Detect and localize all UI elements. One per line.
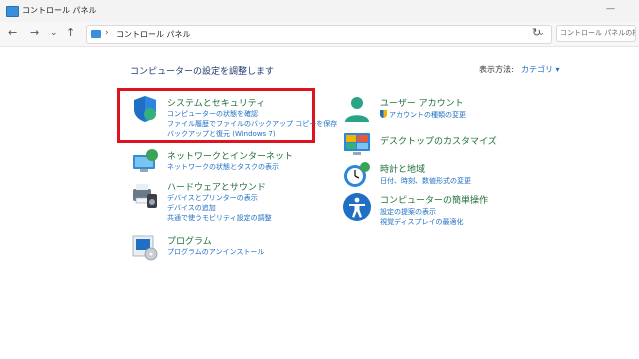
link-uninstall-program[interactable]: プログラムのアンインストール xyxy=(167,247,264,257)
network-globe-icon xyxy=(133,149,158,172)
shield-icon xyxy=(134,96,156,122)
uac-shield-icon xyxy=(380,110,387,118)
search-input[interactable]: コントロール パネルの検索 xyxy=(556,25,636,42)
breadcrumb[interactable]: コントロール パネル xyxy=(116,29,191,40)
chevron-down-icon[interactable]: ⌄ xyxy=(50,26,58,40)
minimize-icon[interactable]: — xyxy=(606,4,615,14)
category-network-internet[interactable]: ネットワークとインターネット xyxy=(167,149,293,162)
link-suggested-settings[interactable]: 設定の提案の表示 xyxy=(380,207,436,217)
category-clock-region[interactable]: 時計と地域 xyxy=(380,162,425,175)
view-by-dropdown[interactable]: カテゴリ ▾ xyxy=(521,64,560,75)
category-ease-of-access[interactable]: コンピューターの簡単操作 xyxy=(380,193,488,206)
link-backup-restore[interactable]: バックアップと復元 (Windows 7) xyxy=(167,129,276,139)
program-disk-icon xyxy=(132,235,158,261)
link-check-status[interactable]: コンピューターの状態を確認 xyxy=(167,109,258,119)
link-date-time-format[interactable]: 日付、時刻、数値形式の変更 xyxy=(380,176,471,186)
up-arrow-icon[interactable]: ↑ xyxy=(66,26,75,40)
printer-speaker-icon xyxy=(133,184,157,208)
control-panel-icon xyxy=(6,6,19,17)
back-arrow-icon[interactable]: ← xyxy=(8,26,17,40)
link-mobility-settings[interactable]: 共通で使うモビリティ設定の調整 xyxy=(167,213,272,223)
link-add-device[interactable]: デバイスの追加 xyxy=(167,203,216,213)
link-change-account-type-label: アカウントの種類の変更 xyxy=(389,111,466,119)
page-title: コンピューターの設定を調整します xyxy=(130,67,275,77)
address-bar[interactable]: › コントロール パネル ⌄ xyxy=(86,25,552,44)
clock-globe-icon xyxy=(344,162,370,187)
user-account-icon xyxy=(345,97,369,122)
forward-arrow-icon[interactable]: → xyxy=(30,26,39,40)
refresh-icon[interactable]: ↻ xyxy=(532,26,541,39)
link-network-status[interactable]: ネットワークの状態とタスクの表示 xyxy=(167,162,279,172)
desktop-customize-icon xyxy=(344,133,370,155)
category-user-accounts[interactable]: ユーザー アカウント xyxy=(380,96,464,109)
view-by-label: 表示方法: xyxy=(479,65,514,74)
control-panel-icon xyxy=(91,30,101,38)
category-desktop-customize[interactable]: デスクトップのカスタマイズ xyxy=(380,134,497,147)
link-file-history[interactable]: ファイル履歴でファイルのバックアップ コピーを保存 xyxy=(167,119,337,129)
navigation-bar: ← → ⌄ ↑ › コントロール パネル ⌄ ↻ コントロール パネルの検索 xyxy=(0,22,639,47)
link-devices-printers[interactable]: デバイスとプリンターの表示 xyxy=(167,193,258,203)
breadcrumb-separator: › xyxy=(105,28,109,38)
category-programs[interactable]: プログラム xyxy=(167,234,212,247)
category-system-security[interactable]: システムとセキュリティ xyxy=(167,96,265,109)
window-title: コントロール パネル xyxy=(22,6,97,15)
category-hardware-sound[interactable]: ハードウェアとサウンド xyxy=(167,180,266,193)
link-optimize-display[interactable]: 視覚ディスプレイの最適化 xyxy=(380,217,464,227)
accessibility-icon xyxy=(343,193,371,221)
link-change-account-type[interactable]: アカウントの種類の変更 xyxy=(380,110,466,120)
title-bar: コントロール パネル — xyxy=(0,0,639,22)
